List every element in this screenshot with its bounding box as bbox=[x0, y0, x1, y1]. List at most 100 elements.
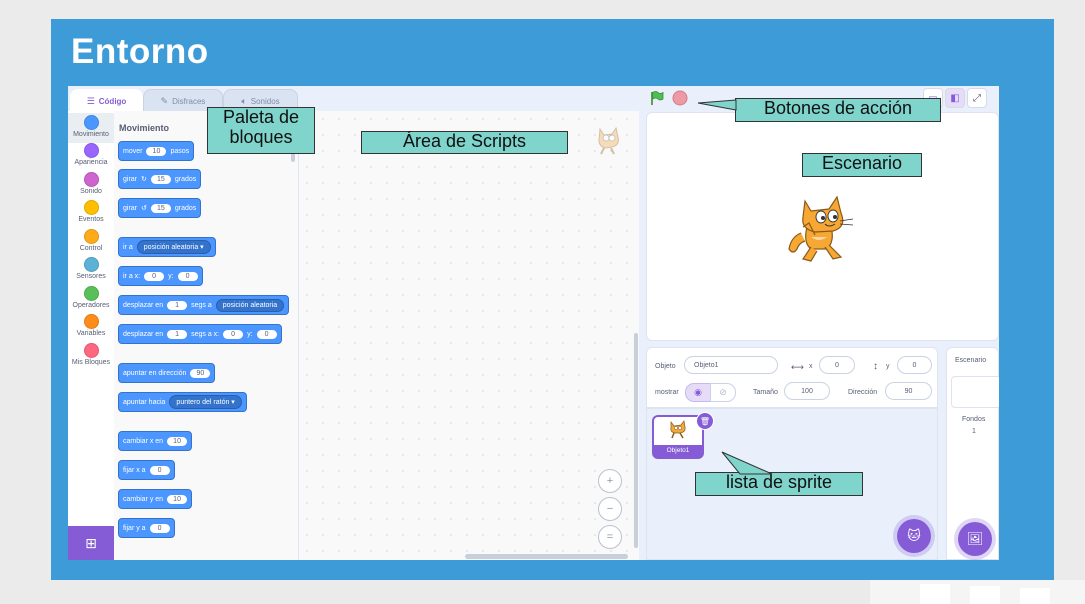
choose-sprite-button[interactable]: 🐱︎ bbox=[897, 519, 931, 553]
add-extension-button[interactable]: ⊞ bbox=[68, 526, 114, 560]
block-point-towards[interactable]: apuntar hacia puntero del ratón ▾ bbox=[118, 392, 247, 412]
direction-input[interactable]: 90 bbox=[885, 382, 932, 400]
block-set-x[interactable]: fijar x a 0 bbox=[118, 460, 175, 480]
block-dropdown-value: posición aleatoria bbox=[143, 244, 199, 251]
y-input[interactable]: 0 bbox=[897, 356, 932, 374]
background-decoration bbox=[920, 584, 950, 604]
category-events[interactable]: Eventos bbox=[68, 200, 114, 223]
category-sensing[interactable]: Sensores bbox=[68, 257, 114, 280]
sprite-thumbnail-image bbox=[670, 420, 686, 439]
block-input[interactable]: 10 bbox=[167, 494, 188, 504]
delete-sprite-button[interactable]: 🗑︎ bbox=[696, 412, 714, 430]
callout-pointer bbox=[721, 451, 773, 475]
block-palette: Movimiento mover 10 pasos girar ↻ 15 gra… bbox=[114, 111, 299, 560]
block-input[interactable]: 15 bbox=[150, 174, 171, 184]
callout-action-buttons: Botones de acción bbox=[735, 98, 941, 122]
scratch-cat-sprite[interactable] bbox=[785, 193, 865, 265]
show-visible-button[interactable]: ◉ bbox=[685, 383, 711, 402]
block-input[interactable]: 1 bbox=[167, 329, 188, 339]
eye-icon: ◉ bbox=[694, 387, 702, 397]
show-hidden-button[interactable]: ⊘ bbox=[710, 383, 736, 402]
category-color-dot bbox=[83, 143, 99, 158]
stop-icon[interactable] bbox=[672, 90, 688, 106]
category-color-dot bbox=[83, 200, 99, 215]
rotate-right-icon: ↻ bbox=[141, 176, 147, 183]
block-turn-right[interactable]: girar ↻ 15 grados bbox=[118, 169, 202, 189]
sprite-info-panel: Objeto Objeto1 ⟷ x 0 ↕ y 0 mostrar ◉ ⊘ T… bbox=[646, 347, 938, 408]
block-point-in-direction[interactable]: apuntar en dirección 90 bbox=[118, 363, 216, 383]
category-motion[interactable]: Movimiento bbox=[68, 113, 114, 143]
block-input[interactable]: 1 bbox=[167, 300, 188, 310]
callout-script-area: Área de Scripts bbox=[361, 131, 568, 154]
category-variables[interactable]: Variables bbox=[68, 314, 114, 337]
block-move[interactable]: mover 10 pasos bbox=[118, 141, 195, 161]
block-glide[interactable]: desplazar en 1 segs a posición aleatoria bbox=[118, 295, 290, 315]
block-input[interactable]: 10 bbox=[167, 436, 188, 446]
category-label: Movimiento bbox=[73, 131, 109, 138]
tab-code[interactable]: ☰ Código bbox=[70, 89, 143, 113]
category-color-dot bbox=[83, 115, 99, 130]
block-text: desplazar en bbox=[123, 330, 164, 338]
block-go-to-xy[interactable]: ir a x: 0 y: 0 bbox=[118, 266, 203, 286]
block-dropdown-value: puntero del ratón bbox=[176, 399, 230, 406]
block-input[interactable]: 90 bbox=[190, 368, 211, 378]
add-sprite-icon: 🐱︎ bbox=[907, 528, 921, 543]
script-horizontal-scrollbar[interactable] bbox=[465, 554, 628, 559]
x-input[interactable]: 0 bbox=[819, 356, 855, 374]
block-text: girar bbox=[123, 175, 138, 183]
block-go-to[interactable]: ir a posición aleatoria ▾ bbox=[118, 237, 216, 257]
green-flag-icon[interactable] bbox=[649, 90, 665, 106]
zoom-in-icon: + bbox=[606, 475, 614, 487]
category-color-dot bbox=[83, 314, 99, 329]
block-input[interactable]: 0 bbox=[144, 271, 165, 281]
block-input[interactable]: 0 bbox=[149, 523, 170, 533]
block-dropdown[interactable]: posición aleatoria bbox=[215, 298, 285, 312]
category-my-blocks[interactable]: Mis Bloques bbox=[68, 343, 114, 366]
block-set-y[interactable]: fijar y a 0 bbox=[118, 518, 175, 538]
sprite-name-input[interactable]: Objeto1 bbox=[684, 356, 778, 374]
choose-backdrop-button[interactable]: 🖼︎ bbox=[958, 522, 992, 556]
category-menu: Movimiento Apariencia Sonido Eventos Con… bbox=[68, 111, 115, 535]
block-input[interactable]: 0 bbox=[256, 329, 277, 339]
sprite-thumbnail-label: Objeto1 bbox=[654, 445, 702, 457]
stage-canvas[interactable] bbox=[646, 112, 999, 341]
y-arrows-icon: ↕ bbox=[873, 361, 878, 372]
block-input[interactable]: 10 bbox=[146, 146, 167, 156]
category-color-dot bbox=[83, 343, 99, 358]
add-backdrop-icon: 🖼︎ bbox=[966, 531, 984, 546]
block-glide-xy[interactable]: desplazar en 1 segs a x: 0 y: 0 bbox=[118, 324, 282, 344]
size-input[interactable]: 100 bbox=[784, 382, 830, 400]
block-change-x[interactable]: cambiar x en 10 bbox=[118, 431, 193, 451]
block-dropdown[interactable]: posición aleatoria ▾ bbox=[136, 240, 211, 254]
zoom-reset-button[interactable]: = bbox=[598, 525, 622, 549]
category-label: Eventos bbox=[78, 216, 104, 223]
zoom-reset-icon: = bbox=[606, 531, 614, 543]
background-decoration bbox=[1020, 588, 1050, 604]
category-sound[interactable]: Sonido bbox=[68, 172, 114, 195]
category-label: Operadores bbox=[72, 302, 110, 309]
block-change-y[interactable]: cambiar y en 10 bbox=[118, 489, 193, 509]
backdrop-thumbnail[interactable] bbox=[951, 376, 999, 408]
category-operators[interactable]: Operadores bbox=[68, 286, 114, 309]
category-looks[interactable]: Apariencia bbox=[68, 143, 114, 166]
backdrops-count: 1 bbox=[972, 428, 976, 435]
block-dropdown[interactable]: puntero del ratón ▾ bbox=[169, 395, 242, 409]
block-input[interactable]: 15 bbox=[150, 203, 171, 213]
block-input[interactable]: 0 bbox=[149, 465, 170, 475]
block-turn-left[interactable]: girar ↺ 15 grados bbox=[118, 198, 202, 218]
script-area[interactable] bbox=[299, 111, 639, 560]
category-control[interactable]: Control bbox=[68, 229, 114, 252]
zoom-in-button[interactable]: + bbox=[598, 469, 622, 493]
y-label: y bbox=[886, 363, 890, 370]
category-color-dot bbox=[83, 172, 99, 187]
code-icon: ☰ bbox=[86, 95, 95, 106]
block-text: ir a bbox=[123, 243, 133, 251]
zoom-out-button[interactable]: − bbox=[598, 497, 622, 521]
fullscreen-button[interactable]: ⤢ bbox=[967, 88, 987, 108]
block-input[interactable]: 0 bbox=[223, 329, 244, 339]
block-text: fijar y a bbox=[123, 524, 146, 532]
script-vertical-scrollbar[interactable] bbox=[634, 333, 638, 548]
sprite-thumbnail[interactable]: Objeto1 🗑︎ bbox=[652, 412, 714, 459]
block-input[interactable]: 0 bbox=[177, 271, 198, 281]
normal-stage-button[interactable]: ◧ bbox=[945, 88, 965, 108]
